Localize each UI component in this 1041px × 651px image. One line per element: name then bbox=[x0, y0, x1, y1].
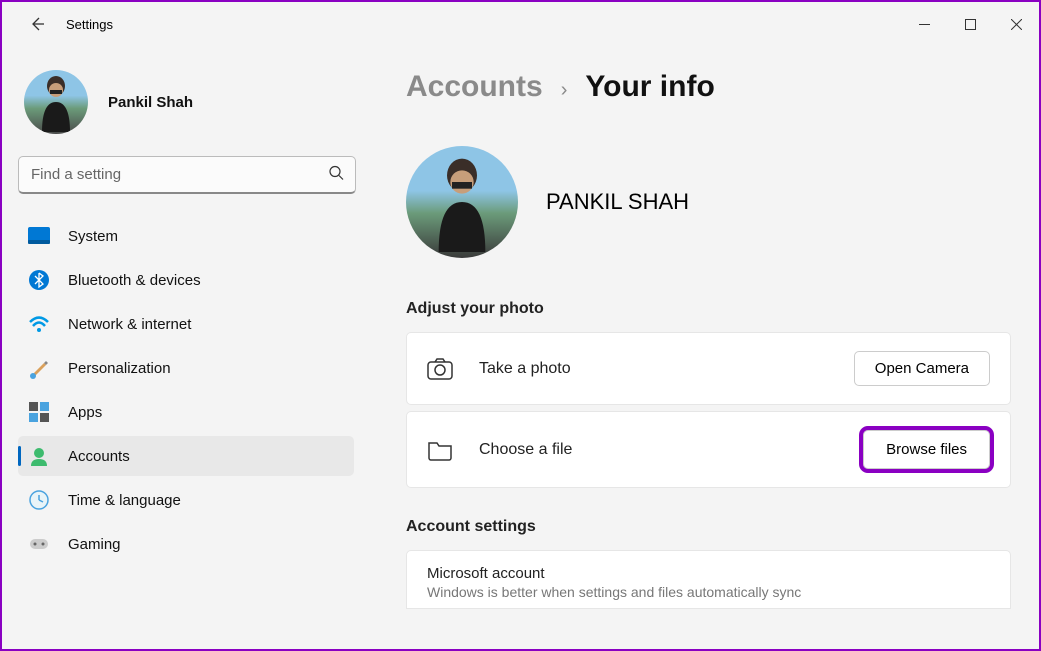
user-avatar bbox=[406, 146, 518, 258]
section-adjust-photo: Adjust your photo bbox=[406, 300, 1011, 318]
choose-file-row: Choose a file Browse files bbox=[406, 411, 1011, 488]
microsoft-account-row[interactable]: Microsoft account Windows is better when… bbox=[406, 550, 1011, 609]
close-icon bbox=[1011, 19, 1022, 30]
clock-icon bbox=[28, 489, 50, 511]
sidebar-item-accounts[interactable]: Accounts bbox=[18, 436, 354, 476]
window-controls bbox=[901, 8, 1039, 40]
minimize-icon bbox=[919, 19, 930, 30]
page-title: Your info bbox=[585, 70, 714, 104]
sidebar-item-label: Accounts bbox=[68, 448, 130, 465]
sidebar-item-label: Network & internet bbox=[68, 316, 191, 333]
camera-icon bbox=[427, 356, 453, 382]
system-icon bbox=[28, 225, 50, 247]
maximize-button[interactable] bbox=[947, 8, 993, 40]
main-content: Accounts › Your info PANKIL SHAH Adjust … bbox=[362, 46, 1039, 649]
ms-account-subtitle: Windows is better when settings and file… bbox=[427, 584, 990, 600]
take-photo-row: Take a photo Open Camera bbox=[406, 332, 1011, 405]
brush-icon bbox=[28, 357, 50, 379]
chevron-right-icon: › bbox=[561, 79, 568, 102]
search-input[interactable] bbox=[18, 156, 356, 194]
folder-icon bbox=[427, 437, 453, 463]
back-button[interactable] bbox=[26, 13, 48, 35]
sidebar-item-label: Gaming bbox=[68, 536, 121, 553]
sidebar-item-gaming[interactable]: Gaming bbox=[18, 524, 354, 564]
search-icon bbox=[328, 165, 344, 186]
apps-icon bbox=[28, 401, 50, 423]
sidebar: Pankil Shah System Bluetooth & devices N… bbox=[2, 46, 362, 649]
sidebar-item-time[interactable]: Time & language bbox=[18, 480, 354, 520]
sidebar-item-bluetooth[interactable]: Bluetooth & devices bbox=[18, 260, 354, 300]
user-info: PANKIL SHAH bbox=[406, 146, 1011, 258]
take-photo-label: Take a photo bbox=[479, 360, 571, 378]
sidebar-item-network[interactable]: Network & internet bbox=[18, 304, 354, 344]
wifi-icon bbox=[28, 313, 50, 335]
breadcrumb: Accounts › Your info bbox=[406, 70, 1011, 104]
gamepad-icon bbox=[28, 533, 50, 555]
breadcrumb-parent[interactable]: Accounts bbox=[406, 70, 543, 104]
ms-account-title: Microsoft account bbox=[427, 565, 990, 582]
arrow-left-icon bbox=[29, 16, 45, 32]
sidebar-item-personalization[interactable]: Personalization bbox=[18, 348, 354, 388]
nav-list: System Bluetooth & devices Network & int… bbox=[18, 212, 362, 649]
window-title: Settings bbox=[66, 17, 113, 32]
maximize-icon bbox=[965, 19, 976, 30]
profile-block[interactable]: Pankil Shah bbox=[18, 62, 362, 156]
avatar bbox=[24, 70, 88, 134]
sidebar-item-label: System bbox=[68, 228, 118, 245]
bluetooth-icon bbox=[28, 269, 50, 291]
user-name: PANKIL SHAH bbox=[546, 189, 689, 215]
search-container bbox=[18, 156, 356, 194]
open-camera-button[interactable]: Open Camera bbox=[854, 351, 990, 386]
section-account-settings: Account settings bbox=[406, 518, 1011, 536]
sidebar-item-label: Apps bbox=[68, 404, 102, 421]
sidebar-item-label: Time & language bbox=[68, 492, 181, 509]
minimize-button[interactable] bbox=[901, 8, 947, 40]
sidebar-item-label: Bluetooth & devices bbox=[68, 272, 201, 289]
close-button[interactable] bbox=[993, 8, 1039, 40]
profile-name: Pankil Shah bbox=[108, 94, 193, 111]
browse-files-button[interactable]: Browse files bbox=[863, 430, 990, 469]
sidebar-item-apps[interactable]: Apps bbox=[18, 392, 354, 432]
person-icon bbox=[28, 445, 50, 467]
titlebar: Settings bbox=[2, 2, 1039, 46]
choose-file-label: Choose a file bbox=[479, 441, 572, 459]
sidebar-item-system[interactable]: System bbox=[18, 216, 354, 256]
sidebar-item-label: Personalization bbox=[68, 360, 171, 377]
